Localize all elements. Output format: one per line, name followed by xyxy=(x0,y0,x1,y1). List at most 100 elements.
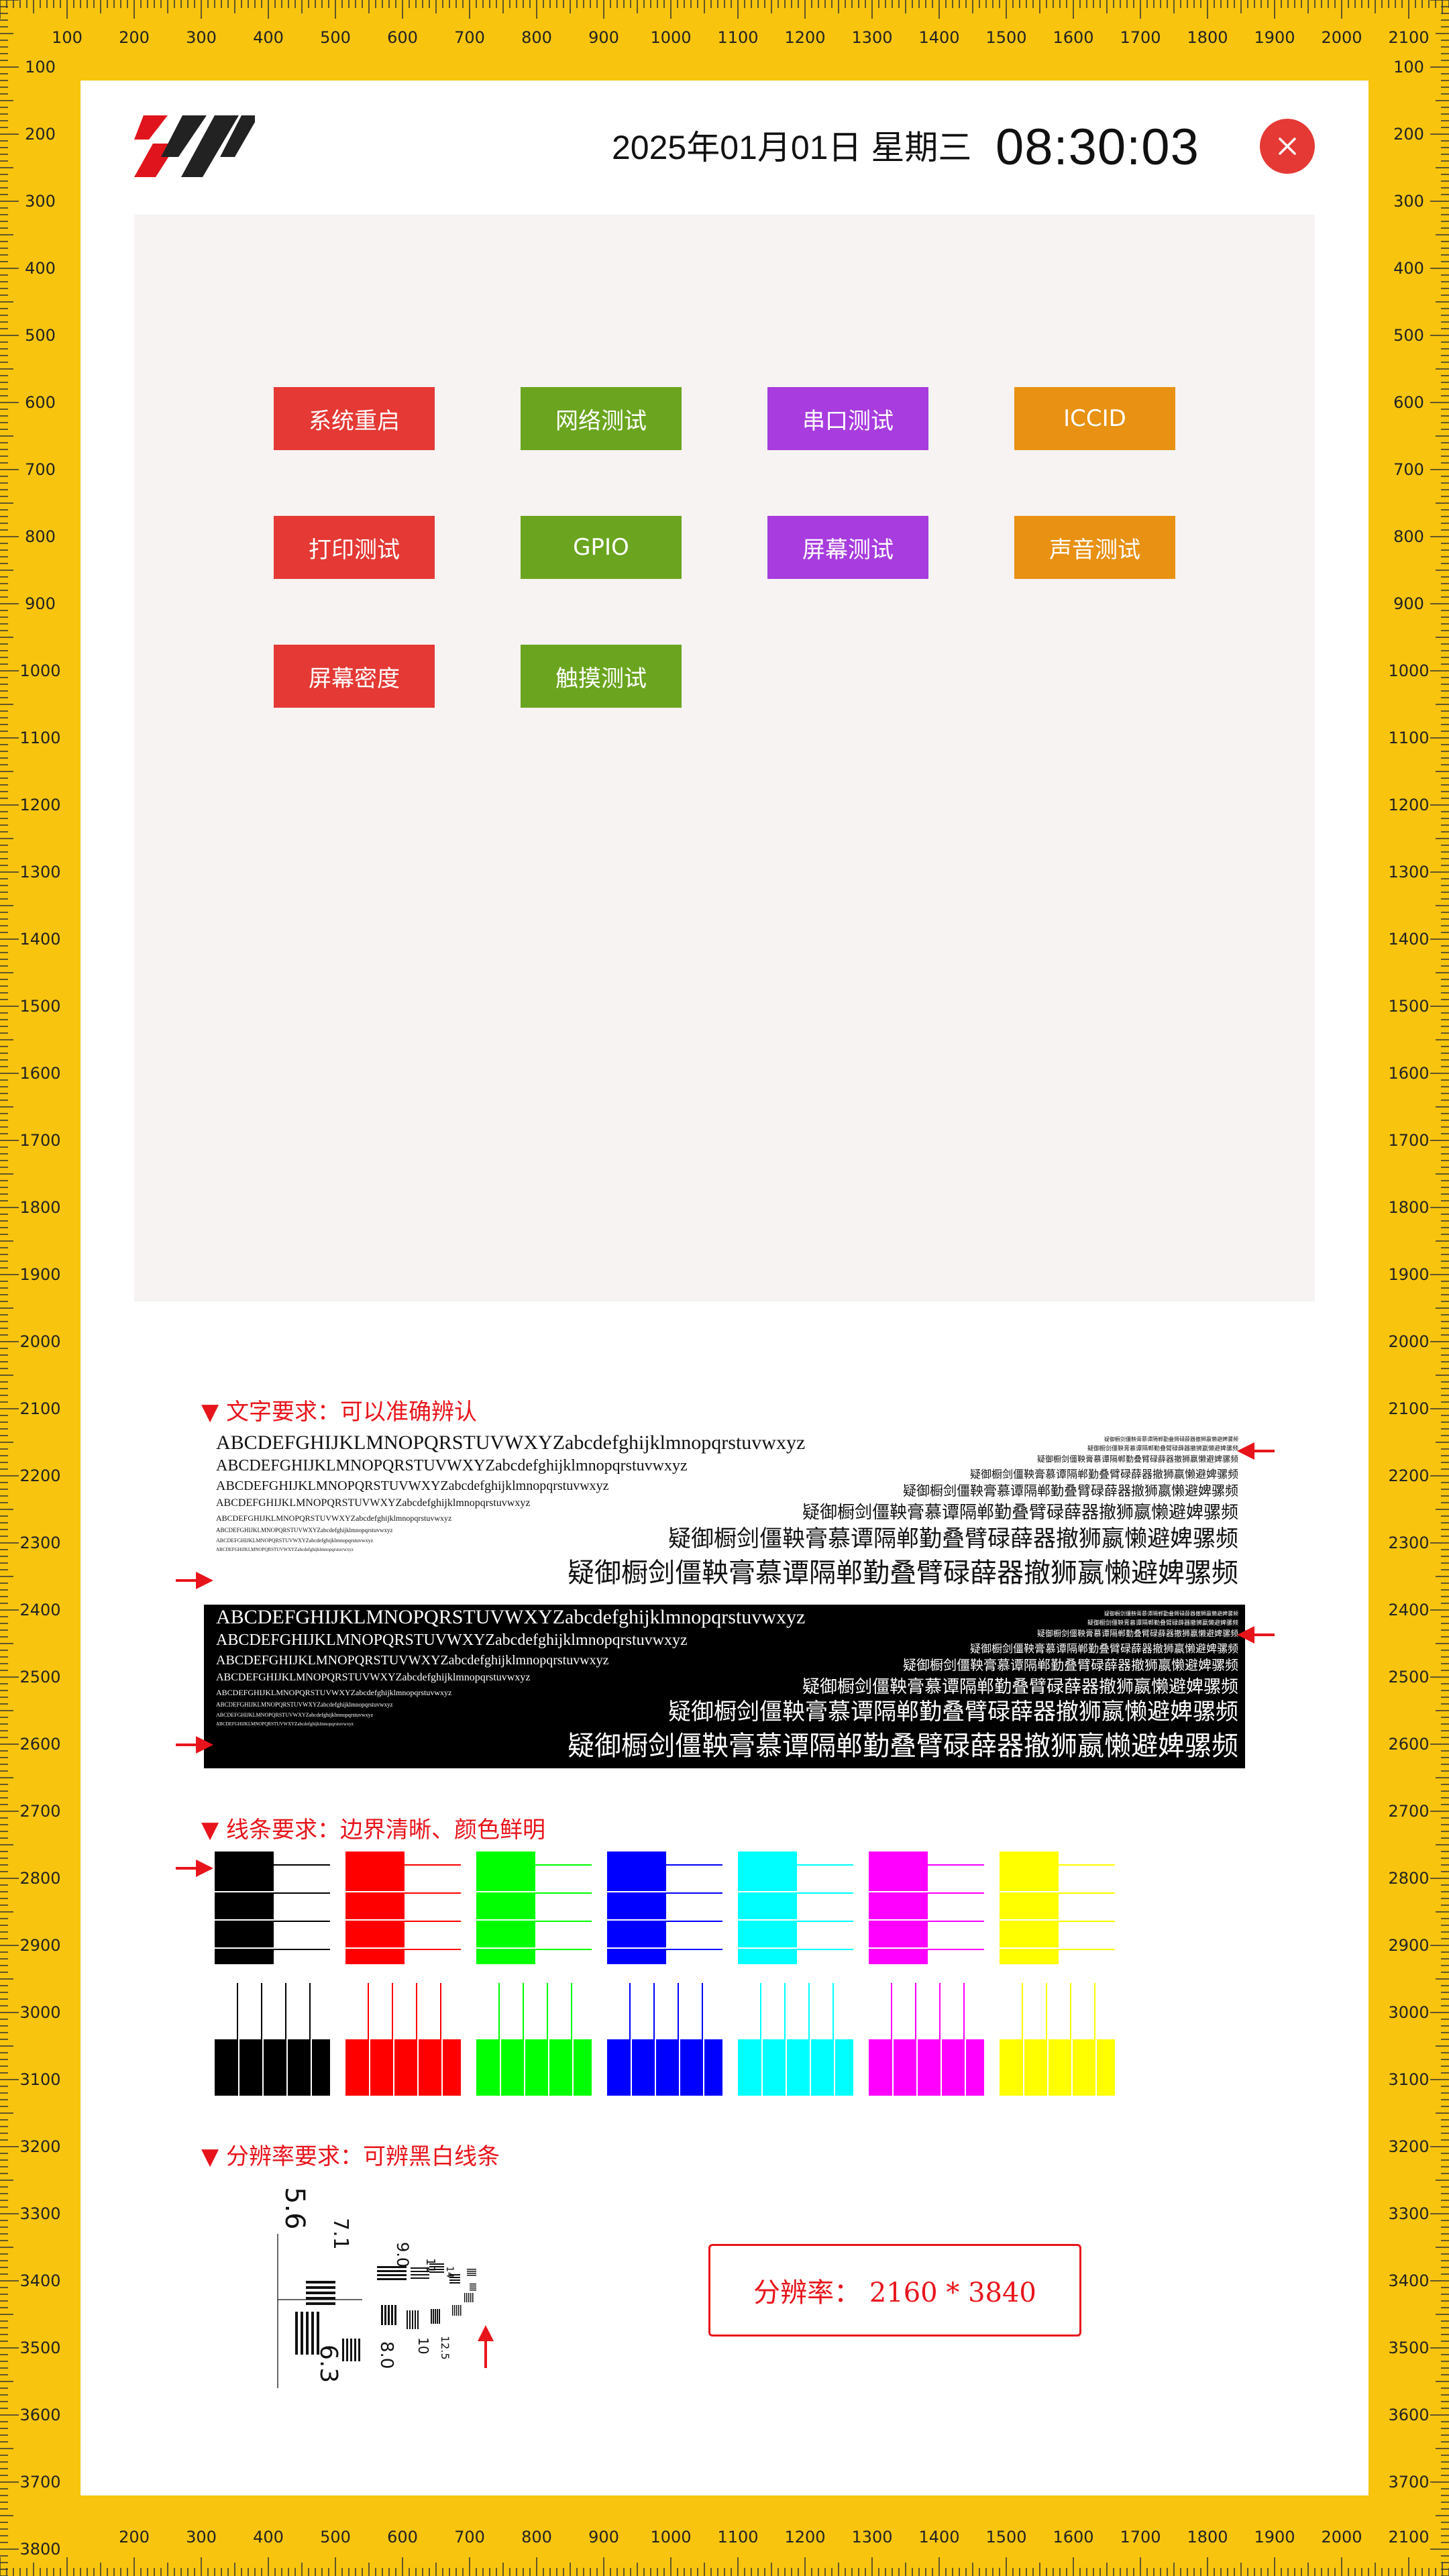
btn-serial-test[interactable]: 串口测试 xyxy=(767,387,928,450)
res-bar xyxy=(311,2312,314,2355)
ruler-label: 1000 xyxy=(19,661,60,680)
cjk-sample-line: 疑御橱剑僵鞅膏慕谭隔郸勤叠臂碌薛器撤狮嬴懒避婢骡频 xyxy=(903,1483,1238,1499)
ruler-label: 3100 xyxy=(19,2070,60,2089)
ruler-label: 1100 xyxy=(1388,729,1429,747)
ruler-label: 1900 xyxy=(1388,1265,1429,1284)
res-bar xyxy=(377,2278,407,2280)
res-bar xyxy=(449,2279,460,2281)
btn-print-test[interactable]: 打印测试 xyxy=(274,516,435,579)
res-bar xyxy=(409,2310,411,2329)
ruler-label: 800 xyxy=(1393,527,1424,546)
ruler-label: 900 xyxy=(25,594,56,613)
clock-time: 08:30:03 xyxy=(996,119,1199,176)
ruler-label: 1100 xyxy=(717,2528,758,2546)
btn-gpio[interactable]: GPIO xyxy=(521,516,682,579)
res-bar xyxy=(415,2310,416,2329)
color-block xyxy=(738,2039,853,2096)
res-bar xyxy=(454,2305,455,2316)
latin-sample-line: ABCDEFGHIJKLMNOPQRSTUVWXYZabcdefghijklmn… xyxy=(216,1631,688,1649)
ruler-label: 400 xyxy=(253,28,284,47)
cjk-sample-line: 疑御橱剑僵鞅膏慕谭隔郸勤叠臂碌薛器撤狮嬴懒避婢骡频 xyxy=(668,1699,1238,1725)
ruler-label: 1400 xyxy=(19,930,60,949)
ruler-label: 1900 xyxy=(19,1265,60,1284)
ruler-label: 3300 xyxy=(1388,2204,1429,2223)
latin-sample-line: ABCDEFGHIJKLMNOPQRSTUVWXYZabcdefghijklmn… xyxy=(216,1712,374,1718)
ruler-label: 1500 xyxy=(19,997,60,1016)
res-bar xyxy=(412,2310,413,2329)
ruler-label: 1700 xyxy=(1120,28,1161,47)
res-label-6-3: 6.3 xyxy=(315,2345,342,2383)
res-bar xyxy=(460,2305,462,2316)
btn-system-restart[interactable]: 系统重启 xyxy=(274,387,435,450)
btn-screen-density[interactable]: 屏幕密度 xyxy=(274,645,435,708)
color-block xyxy=(345,2039,461,2096)
text-requirement-title: ▼ 文字要求：可以准确辨认 xyxy=(201,1399,477,1426)
res-bar xyxy=(394,2305,396,2325)
btn-screen-test[interactable]: 屏幕测试 xyxy=(767,516,928,579)
latin-sample-line: ABCDEFGHIJKLMNOPQRSTUVWXYZabcdefghijklmn… xyxy=(216,1701,393,1708)
res-bar xyxy=(435,2309,436,2324)
latin-sample-line: ABCDEFGHIJKLMNOPQRSTUVWXYZabcdefghijklmn… xyxy=(216,1547,354,1552)
ruler-label: 700 xyxy=(454,28,485,47)
res-bar xyxy=(301,2312,303,2355)
function-panel xyxy=(134,215,1315,1301)
cjk-sample-line: 疑御橱剑僵鞅膏慕谭隔郸勤叠臂碌薛器撤狮嬴懒避婢骡频 xyxy=(1087,1620,1238,1627)
close-icon xyxy=(1279,138,1296,155)
ruler-label: 200 xyxy=(119,2528,150,2546)
ruler-label: 200 xyxy=(25,125,56,144)
ruler-label: 300 xyxy=(186,28,217,47)
ruler-label: 2200 xyxy=(19,1466,60,1485)
res-bar xyxy=(452,2305,453,2316)
cjk-sample-line: 疑御橱剑僵鞅膏慕谭隔郸勤叠臂碌薛器撤狮嬴懒避婢骡频 xyxy=(568,1558,1238,1589)
cjk-sample-line: 疑御橱剑僵鞅膏慕谭隔郸勤叠臂碌薛器撤狮嬴懒避婢骡频 xyxy=(1036,1454,1238,1464)
res-bar xyxy=(306,2297,335,2300)
ruler-label: 600 xyxy=(387,28,418,47)
arrow-right-icon xyxy=(176,1572,213,1589)
text-sample-black: ABCDEFGHIJKLMNOPQRSTUVWXYZabcdefghijklmn… xyxy=(204,1605,1245,1768)
ruler-label: 2200 xyxy=(1388,1466,1429,1485)
latin-sample-line: ABCDEFGHIJKLMNOPQRSTUVWXYZabcdefghijklmn… xyxy=(216,1432,806,1454)
cjk-sample-line: 疑御橱剑僵鞅膏慕谭隔郸勤叠臂碌薛器撤狮嬴懒避婢骡频 xyxy=(1104,1611,1238,1617)
btn-iccid[interactable]: ICCID xyxy=(1014,387,1175,450)
ruler-label: 2500 xyxy=(19,1668,60,1686)
res-bar xyxy=(456,2305,458,2316)
ruler-label: 1800 xyxy=(1388,1198,1429,1217)
res-bar xyxy=(470,2290,476,2291)
res-label-14: 14 xyxy=(444,2266,455,2278)
res-bar xyxy=(472,2293,474,2302)
color-block xyxy=(869,2039,984,2096)
btn-touch-test[interactable]: 触摸测试 xyxy=(521,645,682,708)
res-bar xyxy=(466,2293,468,2302)
ruler-label: 2900 xyxy=(19,1936,60,1955)
cjk-sample-line: 疑御橱剑僵鞅膏慕谭隔郸勤叠臂碌薛器撤狮嬴懒避婢骡频 xyxy=(668,1525,1238,1552)
cjk-sample-line: 疑御橱剑僵鞅膏慕谭隔郸勤叠臂碌薛器撤狮嬴懒避婢骡频 xyxy=(1104,1436,1238,1442)
res-label-9-0: 9.0 xyxy=(393,2242,412,2267)
cjk-sample-line: 疑御橱剑僵鞅膏慕谭隔郸勤叠臂碌薛器撤狮嬴懒避婢骡频 xyxy=(1087,1446,1238,1452)
ruler-label: 2300 xyxy=(19,1534,60,1552)
ruler-label: 100 xyxy=(1393,58,1424,76)
cjk-sample-line: 疑御橱剑僵鞅膏慕谭隔郸勤叠臂碌薛器撤狮嬴懒避婢骡频 xyxy=(568,1731,1238,1762)
color-block xyxy=(869,1851,928,1964)
ruler-label: 2000 xyxy=(1321,2528,1362,2546)
btn-network-test[interactable]: 网络测试 xyxy=(521,387,682,450)
cjk-sample-line: 疑御橱剑僵鞅膏慕谭隔郸勤叠臂碌薛器撤狮嬴懒避婢骡频 xyxy=(903,1657,1238,1673)
ruler-label: 2000 xyxy=(1321,28,1362,47)
ruler-label: 1400 xyxy=(918,28,959,47)
btn-sound-test[interactable]: 声音测试 xyxy=(1014,516,1175,579)
ruler-label: 200 xyxy=(119,28,150,47)
close-button[interactable] xyxy=(1260,119,1315,174)
ruler-label: 500 xyxy=(1393,326,1424,345)
ruler-label: 1700 xyxy=(19,1131,60,1150)
res-bar xyxy=(306,2312,309,2355)
res-bar xyxy=(350,2339,352,2361)
res-bar xyxy=(306,2302,335,2305)
ruler-label: 100 xyxy=(25,58,56,76)
color-block xyxy=(345,1851,405,1964)
arrow-left-icon xyxy=(1237,1626,1275,1644)
ruler-left: 100 200 300 400 500 600 700 800 900 1000 1100 1200 1… xyxy=(0,0,80,2576)
ruler-label: 1700 xyxy=(1388,1131,1429,1150)
color-block xyxy=(607,2039,722,2096)
ruler-label: 1300 xyxy=(851,28,892,47)
ruler-label: 300 xyxy=(186,2528,217,2546)
res-bar xyxy=(384,2305,386,2325)
